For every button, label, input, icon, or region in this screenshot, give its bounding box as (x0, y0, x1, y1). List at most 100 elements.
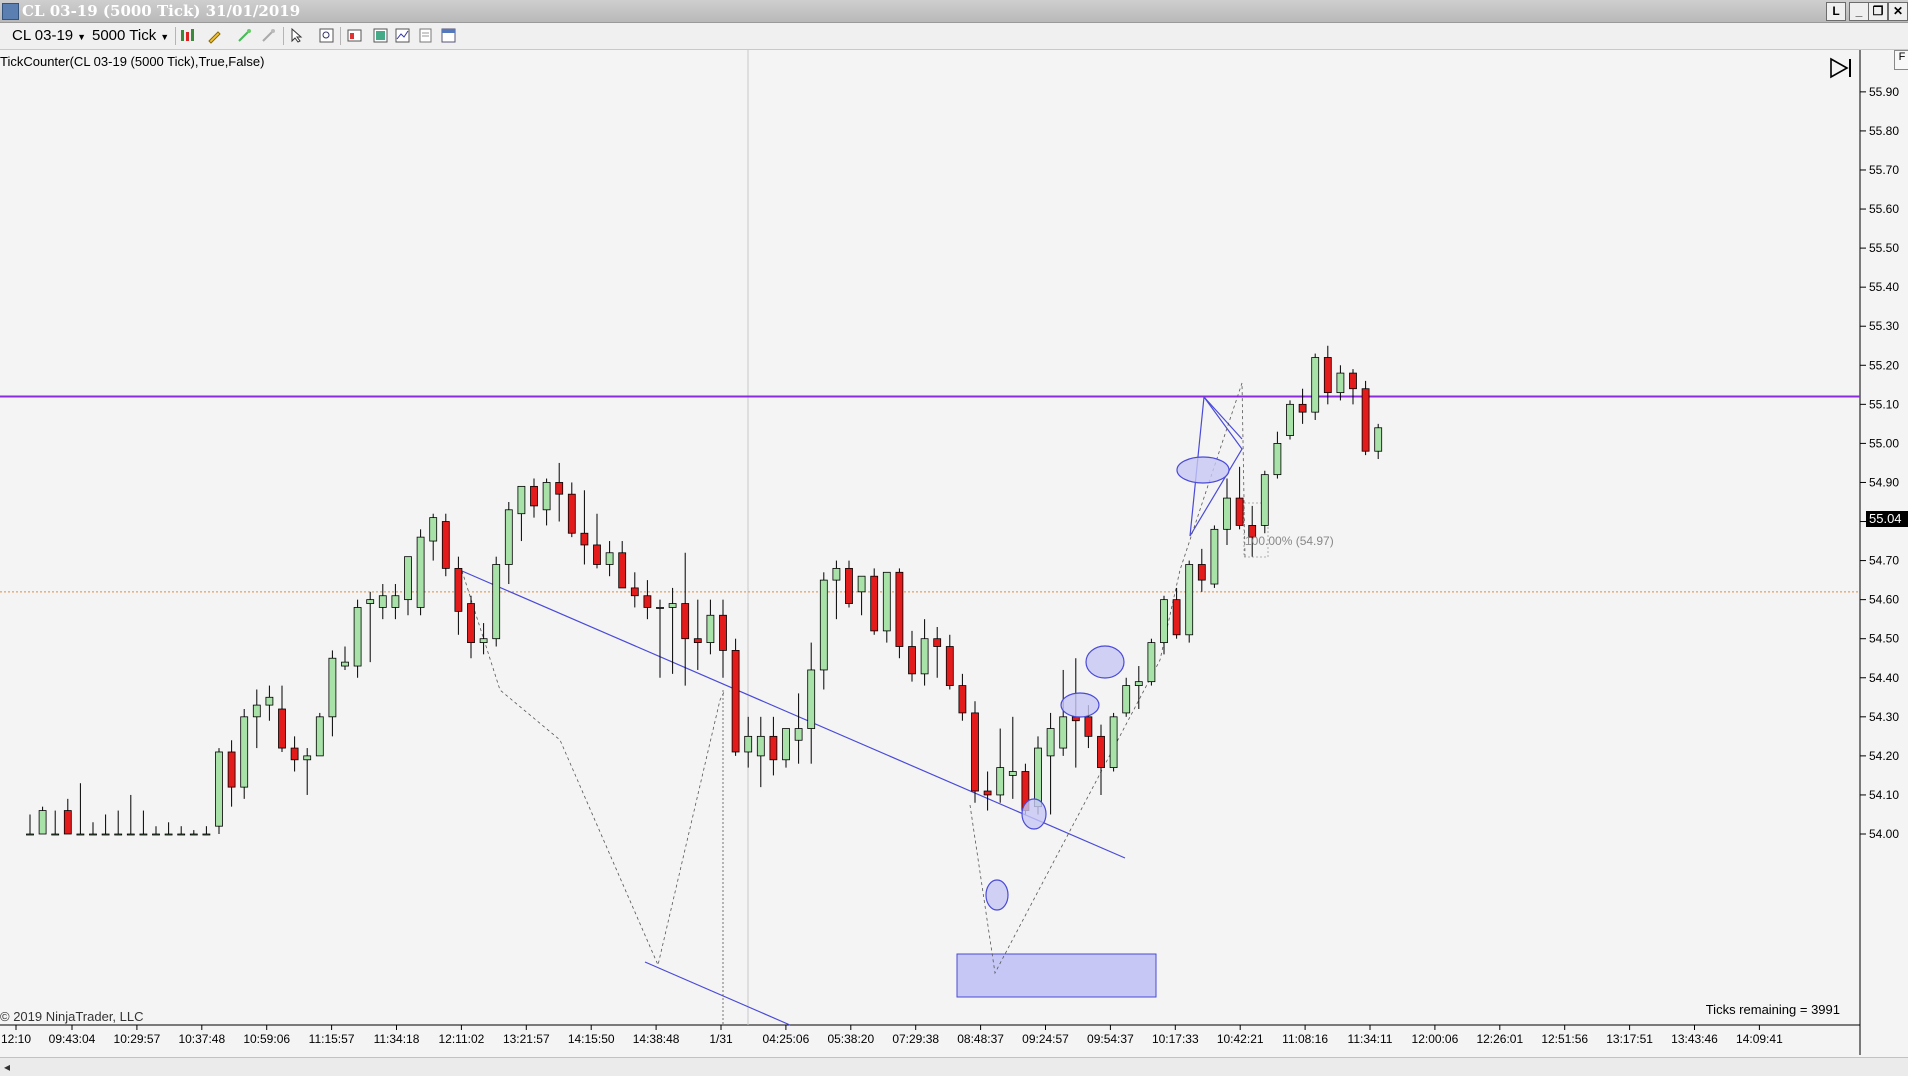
candle-body (454, 567, 463, 612)
candle-body (1336, 372, 1345, 394)
candle-body (517, 485, 526, 515)
candle-body (189, 833, 198, 836)
interval-selector[interactable]: 5000 Tick ▼ (92, 27, 169, 45)
pencil-icon[interactable] (206, 27, 223, 44)
candle-body (819, 579, 828, 671)
time-tick-label: 10:42:21 (1217, 1032, 1264, 1046)
candle-body (920, 638, 929, 675)
time-tick-label: 12:10 (1, 1032, 31, 1046)
strategy-icon[interactable] (372, 27, 389, 44)
scroll-left-icon[interactable]: ◂ (0, 1059, 14, 1075)
scroll-to-end-icon[interactable] (1828, 56, 1854, 80)
chart-style-icon[interactable] (394, 27, 411, 44)
ellipse-marker (1176, 456, 1230, 484)
indicator-label: TickCounter(CL 03-19 (5000 Tick),True,Fa… (0, 54, 265, 69)
price-tick-label: 55.70 (1869, 163, 1899, 177)
candle-body (643, 595, 652, 608)
template-icon[interactable] (440, 27, 457, 44)
time-tick-label: 11:08:16 (1282, 1032, 1328, 1046)
candle-body (492, 564, 501, 640)
restore-button[interactable]: ❐ (1868, 2, 1888, 21)
properties-icon[interactable] (417, 27, 434, 44)
candle-body (668, 603, 677, 608)
price-tick-label: 55.60 (1869, 202, 1899, 216)
candle-body (958, 685, 967, 714)
candle-body (731, 650, 740, 753)
candle-body (328, 657, 337, 718)
toolbar: CL 03-19 ▼ 5000 Tick ▼ (0, 23, 1908, 50)
fib-level-label: 100.00% (54.97) (1245, 534, 1334, 548)
toolbar-separator (175, 27, 176, 45)
candle-body (1361, 388, 1370, 452)
candle-body (870, 575, 879, 632)
bar-chart-icon[interactable] (179, 27, 196, 44)
price-tick-label: 55.40 (1869, 280, 1899, 294)
magic-wand-icon[interactable] (236, 27, 253, 44)
time-tick-label: 14:38:48 (633, 1032, 680, 1046)
time-tick-label: 12:11:02 (438, 1032, 484, 1046)
candle-body (89, 833, 97, 836)
panel-toggle-icon[interactable]: F (1894, 50, 1908, 70)
price-tick-label: 54.90 (1869, 475, 1899, 489)
time-tick-label: 14:15:50 (568, 1032, 615, 1046)
price-tick-label: 55.50 (1869, 241, 1899, 255)
candle-body (1223, 497, 1231, 530)
copyright-label: © 2019 NinjaTrader, LLC (0, 1009, 144, 1024)
candle-body (593, 544, 601, 565)
app-icon (2, 3, 19, 20)
price-axis[interactable]: 55.90 55.80 55.70 55.60 55.50 55.40 55.30 55.20… (1860, 85, 1899, 841)
price-chart[interactable]: 55.90 55.80 55.70 55.60 55.50 55.40 55.30 55.20… (0, 50, 1908, 1055)
candle-body (983, 790, 992, 796)
candle-body (63, 810, 72, 835)
candle-body (693, 638, 702, 644)
candle-body (1185, 564, 1194, 636)
link-button[interactable]: L (1826, 2, 1846, 21)
candle-body (555, 482, 564, 495)
data-box-icon[interactable] (346, 27, 363, 44)
candle-body (353, 607, 362, 667)
time-tick-label: 10:29:57 (114, 1032, 161, 1046)
chart-plot-area[interactable] (0, 50, 1860, 1025)
price-tick-label: 54.00 (1869, 827, 1899, 841)
minimize-button[interactable]: _ (1849, 2, 1869, 21)
candle-body (416, 536, 425, 608)
candle-body (895, 571, 904, 647)
candle-body (857, 575, 866, 593)
candle-body (101, 833, 110, 836)
toolbar-separator (283, 27, 284, 45)
candle-body (630, 587, 639, 597)
candle-body (1273, 442, 1282, 476)
candle-body (504, 509, 513, 565)
candle-body (542, 482, 551, 511)
candle-body (441, 521, 450, 569)
candle-body (479, 638, 488, 644)
instrument-selector[interactable]: CL 03-19 ▼ (12, 27, 86, 45)
candle-body (719, 614, 727, 651)
candle-body (1134, 681, 1143, 686)
candle-body (215, 751, 223, 827)
eraser-icon[interactable] (260, 27, 277, 44)
price-tick-label: 54.30 (1869, 710, 1899, 724)
candle-body (882, 571, 891, 632)
interval-label: 5000 Tick (92, 27, 157, 44)
candle-body (341, 661, 349, 667)
time-tick-label: 13:43:46 (1671, 1032, 1718, 1046)
time-tick-label: 10:17:33 (1152, 1032, 1199, 1046)
candle-body (378, 595, 387, 608)
candle-body (26, 833, 34, 836)
candle-body (1349, 372, 1357, 390)
horizontal-scrollbar[interactable]: ◂ (0, 1057, 1908, 1076)
candle-body (945, 646, 954, 686)
price-tick-label: 54.60 (1869, 593, 1899, 607)
close-button[interactable]: ✕ (1888, 2, 1908, 21)
candle-body (290, 747, 299, 761)
zoom-icon[interactable] (318, 27, 335, 44)
candle-body (1109, 716, 1118, 768)
candle-body (1059, 716, 1068, 749)
pointer-icon[interactable] (288, 27, 305, 44)
time-tick-label: 1/31 (709, 1032, 733, 1046)
chevron-down-icon: ▼ (160, 32, 170, 42)
time-axis[interactable]: 12:10 09:43:04 10:29:57 10:37:48 10:59:06 11:… (1, 1025, 1783, 1046)
time-tick-label: 10:59:06 (243, 1032, 290, 1046)
candle-body (656, 607, 664, 609)
